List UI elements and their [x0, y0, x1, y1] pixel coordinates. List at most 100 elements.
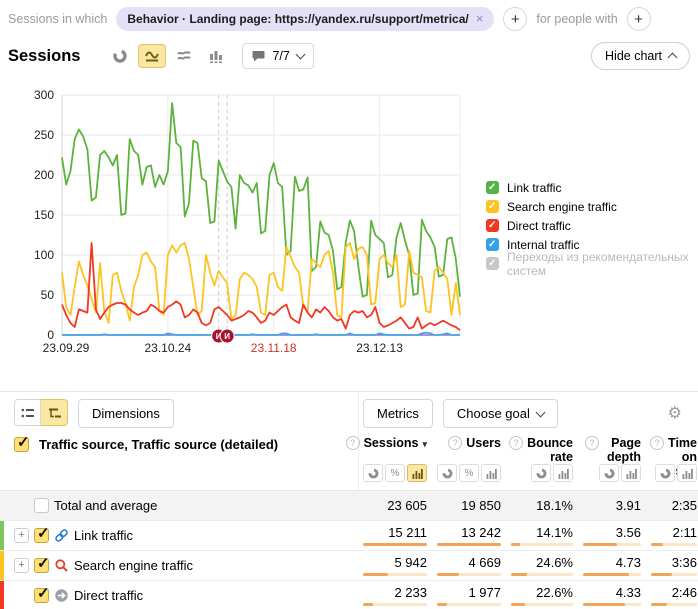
section-divider	[0, 391, 698, 392]
stacked-chart-type-button[interactable]	[170, 44, 198, 68]
table-row-total: Total and average 23 605 19 850 18.1% 3.…	[0, 490, 698, 521]
bounce-rate-value: 18.1%	[511, 491, 573, 520]
legend-label: Переходы из рекомендательных систем	[507, 250, 698, 278]
time-on-site-value: 2:11	[651, 521, 697, 550]
time-on-site-value: 2:35	[651, 491, 697, 520]
bars-toggle-icon[interactable]	[553, 464, 573, 482]
legend-checkbox-icon[interactable]	[486, 257, 499, 270]
legend-checkbox-icon[interactable]	[486, 200, 499, 213]
table-body: Total and average 23 605 19 850 18.1% 3.…	[0, 490, 698, 609]
sessions-value: 2 233	[363, 581, 427, 609]
segment-chip[interactable]: Behavior · Landing page: https://yandex.…	[116, 7, 494, 31]
svg-text:0: 0	[47, 328, 54, 342]
metrics-label: Metrics	[377, 406, 419, 421]
annotations-count: 7/7	[272, 49, 289, 63]
annotations-dropdown[interactable]: 7/7	[242, 43, 313, 69]
hide-chart-label: Hide chart	[605, 49, 662, 63]
view-toggle-group	[14, 399, 68, 426]
help-icon[interactable]	[585, 436, 599, 450]
add-session-condition-button[interactable]	[503, 7, 527, 31]
bars-toggle-icon[interactable]	[481, 464, 501, 482]
dimensions-label: Dimensions	[92, 406, 160, 421]
legend-item[interactable]: Переходы из рекомендательных систем	[486, 257, 698, 270]
bars-toggle-icon[interactable]	[407, 464, 427, 482]
line-chart-type-button[interactable]	[138, 44, 166, 68]
row-label[interactable]: Direct traffic	[74, 588, 143, 603]
table-row-direct-traffic: Direct traffic 2 233 1 977 22.6% 4.33 2:…	[0, 581, 698, 609]
legend-label: Direct traffic	[507, 219, 571, 233]
legend-item[interactable]: Search engine traffic	[486, 200, 698, 213]
chart-header: Sessions 7/7 Hide chart	[8, 42, 690, 70]
svg-text:100: 100	[34, 248, 54, 262]
users-value: 1 977	[437, 581, 501, 609]
expand-button[interactable]	[14, 558, 29, 573]
legend-item[interactable]: Direct traffic	[486, 219, 698, 232]
pie-toggle-icon[interactable]	[437, 464, 457, 482]
svg-text:23.10.24: 23.10.24	[144, 341, 191, 355]
help-icon[interactable]	[448, 436, 462, 450]
legend-checkbox-icon[interactable]	[486, 181, 499, 194]
hide-chart-button[interactable]: Hide chart	[591, 42, 690, 70]
page-depth-value: 3.56	[583, 521, 641, 550]
sessions-value: 5 942	[363, 551, 427, 580]
table-toolbar: Dimensions Metrics Choose goal	[14, 399, 684, 427]
page-depth-value: 3.91	[583, 491, 641, 520]
bars-toggle-icon[interactable]	[621, 464, 641, 482]
legend-checkbox-icon[interactable]	[486, 238, 499, 251]
dimensions-button[interactable]: Dimensions	[78, 399, 174, 428]
search-icon	[54, 558, 69, 573]
svg-text:200: 200	[34, 168, 54, 182]
row-checkbox[interactable]	[34, 588, 49, 603]
sessions-value: 23 605	[363, 491, 427, 520]
svg-text:23.11.18: 23.11.18	[251, 341, 297, 355]
chevron-up-icon	[668, 53, 678, 63]
help-icon[interactable]	[509, 436, 523, 450]
tree-view-button[interactable]	[41, 399, 68, 426]
percent-toggle-icon[interactable]: %	[385, 464, 405, 482]
sessions-toggles: %	[363, 464, 427, 482]
help-icon[interactable]	[346, 436, 360, 450]
legend-checkbox-icon[interactable]	[486, 219, 499, 232]
legend-item[interactable]: Link traffic	[486, 181, 698, 194]
pie-toggle-icon[interactable]	[655, 464, 675, 482]
choose-goal-label: Choose goal	[457, 406, 530, 421]
pie-toggle-icon[interactable]	[531, 464, 551, 482]
add-user-condition-button[interactable]	[627, 7, 651, 31]
flat-list-view-button[interactable]	[14, 399, 41, 426]
column-chart-type-button[interactable]	[202, 44, 230, 68]
dimension-header: Traffic source, Traffic source (detailed…	[14, 437, 278, 452]
chevron-down-icon	[295, 50, 305, 60]
row-label: Total and average	[54, 498, 157, 513]
metrics-button[interactable]: Metrics	[363, 399, 433, 428]
remove-segment-icon[interactable]	[476, 14, 484, 24]
time-on-site-value: 2:46	[651, 581, 697, 609]
expand-button[interactable]	[14, 528, 29, 543]
row-checkbox[interactable]	[34, 558, 49, 573]
row-label[interactable]: Link traffic	[74, 528, 133, 543]
choose-goal-button[interactable]: Choose goal	[443, 399, 558, 428]
bounce-rate-value: 14.1%	[511, 521, 573, 550]
pie-chart-type-button[interactable]	[106, 44, 134, 68]
line-chart-icon	[144, 48, 160, 64]
users-toggles: %	[437, 464, 501, 482]
chart-title: Sessions	[8, 47, 80, 66]
row-label[interactable]: Search engine traffic	[74, 558, 193, 573]
table-row-search-engine-traffic: Search engine traffic 5 942 4 669 24.6% …	[0, 551, 698, 581]
legend-label: Search engine traffic	[507, 200, 617, 214]
sessions-chart: 05010015020025030023.09.2923.10.2423.11.…	[0, 84, 470, 362]
users-value: 19 850	[437, 491, 501, 520]
bars-toggle-icon[interactable]	[677, 464, 697, 482]
table-settings-gear-icon[interactable]	[668, 403, 682, 422]
pie-toggle-icon[interactable]	[599, 464, 619, 482]
dimension-select-all-checkbox[interactable]	[14, 437, 29, 452]
bounce-rate-value: 22.6%	[511, 581, 573, 609]
row-checkbox[interactable]	[34, 528, 49, 543]
svg-text:23.12.13: 23.12.13	[356, 341, 403, 355]
chart-type-switcher	[106, 44, 230, 68]
page-depth-value: 4.73	[583, 551, 641, 580]
percent-toggle-icon[interactable]: %	[459, 464, 479, 482]
chart-legend: Link traffic Search engine traffic Direct …	[486, 181, 698, 270]
help-icon[interactable]	[650, 436, 664, 450]
row-checkbox[interactable]	[34, 498, 49, 513]
pie-toggle-icon[interactable]	[363, 464, 383, 482]
